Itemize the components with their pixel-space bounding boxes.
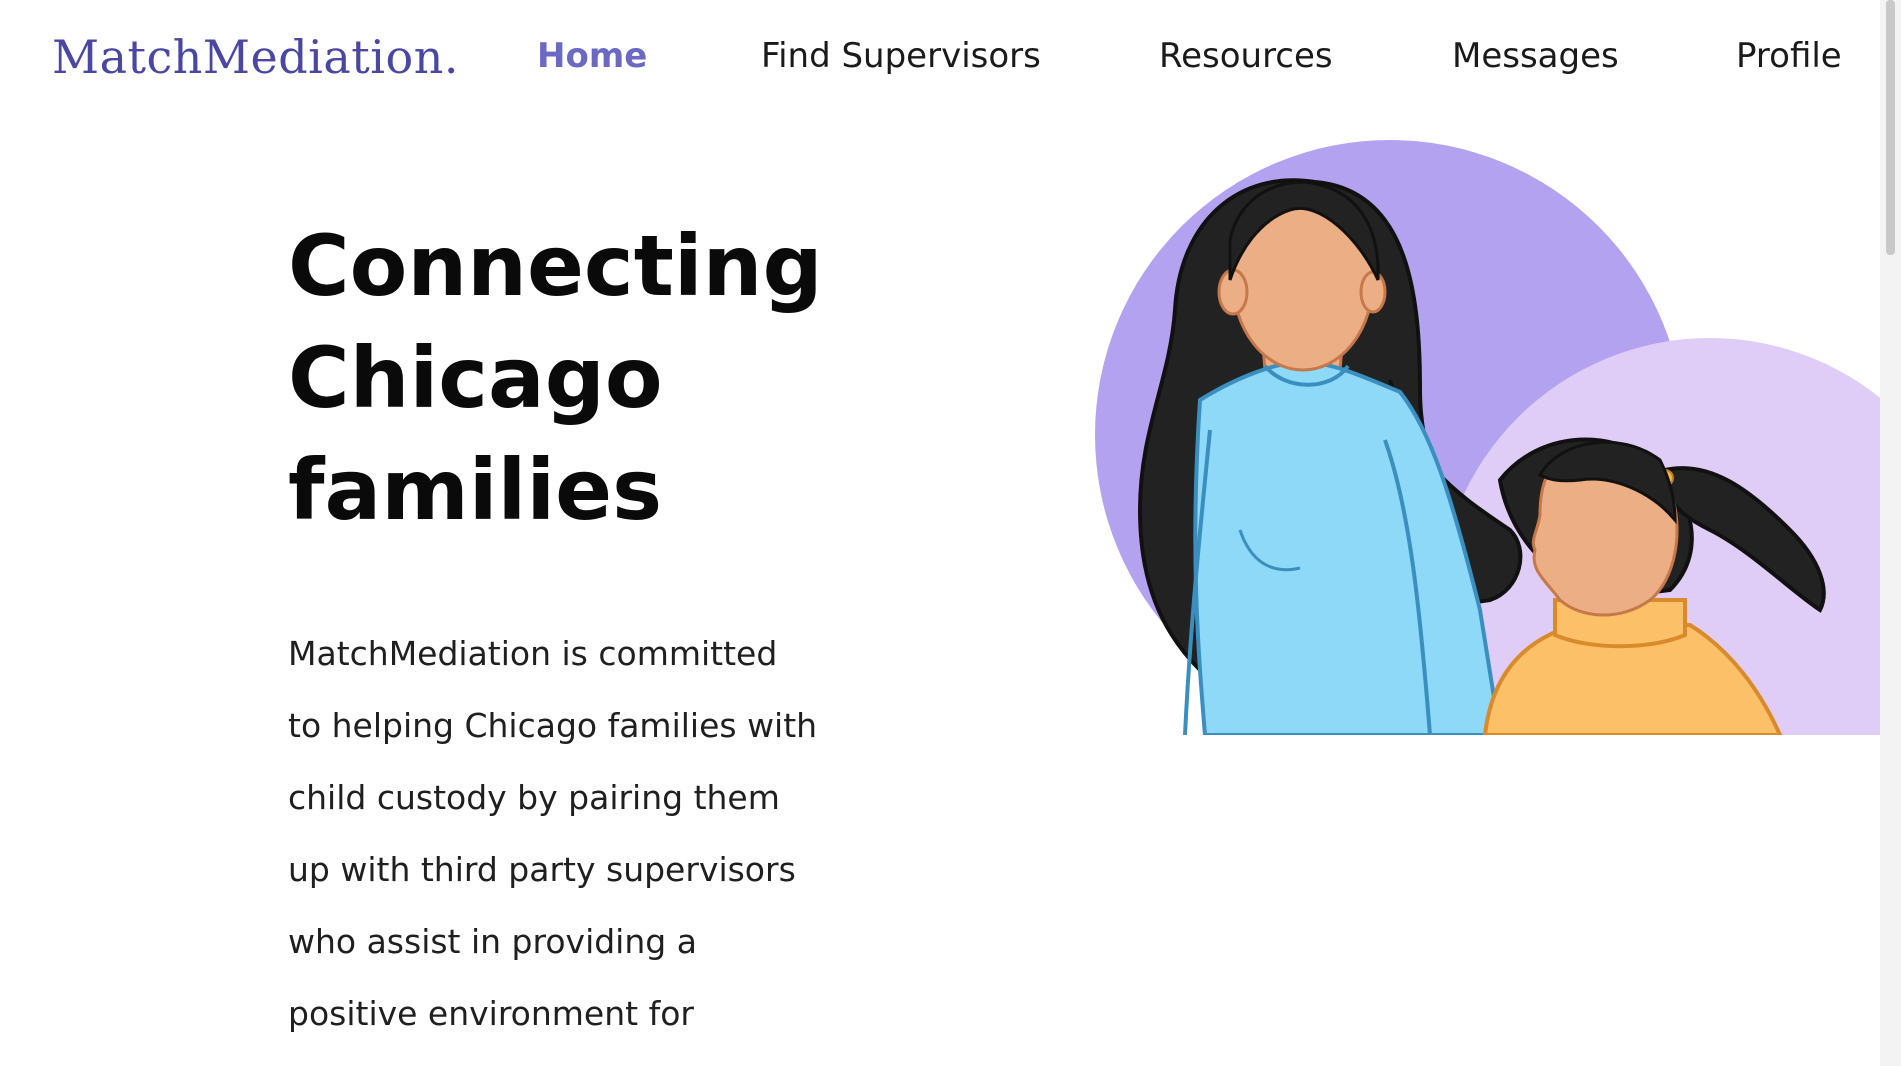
nav-link-home[interactable]: Home [537,36,647,76]
hero-description-line: MatchMediation is committed [288,634,778,673]
hero-description: MatchMediation is committed to helping C… [288,618,848,1050]
nav-link-profile[interactable]: Profile [1736,36,1842,76]
mother-ear-left [1217,268,1249,316]
nav-link-messages[interactable]: Messages [1452,36,1619,76]
nav-link-find-supervisors[interactable]: Find Supervisors [761,36,1041,76]
scrollbar-thumb[interactable] [1886,0,1895,255]
hero-title-line: Connecting [288,217,823,315]
top-navigation: MatchMediation. Home Find Supervisors Re… [0,0,1880,118]
vertical-scrollbar[interactable] [1880,0,1901,1066]
hero-description-line: up with third party supervisors [288,850,796,889]
site-logo[interactable]: MatchMediation. [52,30,459,84]
hero-description-line: child custody by pairing them [288,778,780,817]
hero-description-line: positive environment for [288,994,694,1033]
hero-title: Connecting Chicago families [288,210,908,546]
mother-and-child-illustration [1090,130,1890,735]
hero-title-line: families [288,441,663,539]
hero-description-line: who assist in providing a [288,922,697,961]
hero-description-line: to helping Chicago families with [288,706,818,745]
mother-ear-right [1359,270,1387,314]
hero-title-line: Chicago [288,329,663,427]
nav-link-resources[interactable]: Resources [1159,36,1333,76]
